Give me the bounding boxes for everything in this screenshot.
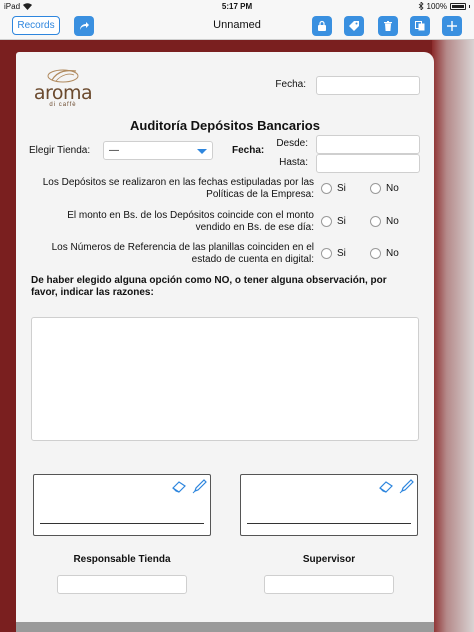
question-1-line-1: Los Depósitos se realizaron en las fecha… bbox=[42, 177, 314, 188]
question-1-no-label: No bbox=[386, 183, 399, 194]
question-3-yes-radio[interactable] bbox=[321, 248, 332, 259]
fecha-label: Fecha: bbox=[275, 79, 306, 90]
battery-icon bbox=[450, 2, 466, 10]
signature-line bbox=[247, 523, 411, 524]
signature-label-responsable: Responsable Tienda bbox=[73, 554, 171, 565]
question-2-no-radio[interactable] bbox=[370, 216, 381, 227]
responsable-name-input[interactable] bbox=[57, 575, 187, 594]
tag-icon bbox=[349, 21, 359, 31]
question-2-yes-label: Si bbox=[337, 216, 346, 227]
trash-icon bbox=[384, 21, 392, 31]
logo-subtitle: di caffè bbox=[49, 102, 77, 108]
form-title: Auditoría Depósitos Bancarios bbox=[130, 118, 320, 133]
question-1-line-2: Políticas de la Empresa: bbox=[206, 189, 314, 200]
signature-line bbox=[40, 523, 204, 524]
tienda-value: — bbox=[109, 145, 119, 156]
question-1-no-radio[interactable] bbox=[370, 183, 381, 194]
toolbar: Records Unnamed bbox=[0, 12, 474, 40]
lock-icon bbox=[318, 20, 326, 31]
pen-icon[interactable] bbox=[399, 478, 415, 494]
question-3-no-radio[interactable] bbox=[370, 248, 381, 259]
logo-brand: aroma bbox=[33, 82, 93, 104]
supervisor-name-input[interactable] bbox=[264, 575, 394, 594]
signature-label-supervisor: Supervisor bbox=[302, 554, 356, 565]
tienda-select[interactable]: — bbox=[103, 141, 213, 160]
page-bottom-edge bbox=[16, 622, 434, 632]
duplicate-button[interactable] bbox=[410, 16, 430, 36]
question-2-no-label: No bbox=[386, 216, 399, 227]
signature-pad-supervisor[interactable] bbox=[240, 474, 418, 536]
question-3-yes-label: Si bbox=[337, 248, 346, 259]
question-1-yes-radio[interactable] bbox=[321, 183, 332, 194]
status-bar: iPad 5:17 PM 100% bbox=[0, 0, 474, 12]
plus-icon bbox=[447, 21, 457, 31]
save-button[interactable] bbox=[312, 16, 332, 36]
desde-input[interactable] bbox=[316, 135, 420, 154]
hasta-input[interactable] bbox=[316, 154, 420, 173]
add-record-button[interactable] bbox=[442, 16, 462, 36]
hasta-label: Hasta: bbox=[279, 157, 308, 168]
pen-icon[interactable] bbox=[192, 478, 208, 494]
copy-icon bbox=[415, 21, 425, 31]
desde-label: Desde: bbox=[276, 138, 308, 149]
question-3-line-2: estado de cuenta en digital: bbox=[191, 254, 314, 265]
delete-button[interactable] bbox=[378, 16, 398, 36]
question-2-line-1: El monto en Bs. de los Depósitos coincid… bbox=[67, 210, 314, 221]
document-title: Unnamed bbox=[213, 19, 261, 31]
observation-instruction-line-1: De haber elegido alguna opción como NO, … bbox=[31, 275, 387, 286]
signature-pad-responsable[interactable] bbox=[33, 474, 211, 536]
question-3-line-1: Los Números de Referencia de las planill… bbox=[51, 242, 314, 253]
tienda-label: Elegir Tienda: bbox=[29, 145, 91, 156]
observation-textarea[interactable] bbox=[31, 317, 419, 441]
background-edge bbox=[432, 40, 474, 632]
tag-button[interactable] bbox=[344, 16, 364, 36]
eraser-icon[interactable] bbox=[378, 478, 394, 494]
fecha-input[interactable] bbox=[316, 76, 420, 95]
question-3-no-label: No bbox=[386, 248, 399, 259]
clock: 5:17 PM bbox=[221, 1, 253, 11]
company-logo: aroma di caffè bbox=[30, 66, 96, 110]
observation-instruction-line-2: favor, indicar las razones: bbox=[31, 287, 154, 298]
question-2-line-2: vendido en Bs. de ese día: bbox=[195, 222, 314, 233]
question-2-yes-radio[interactable] bbox=[321, 216, 332, 227]
question-1-yes-label: Si bbox=[337, 183, 346, 194]
chevron-down-icon bbox=[197, 149, 207, 154]
eraser-icon[interactable] bbox=[171, 478, 187, 494]
